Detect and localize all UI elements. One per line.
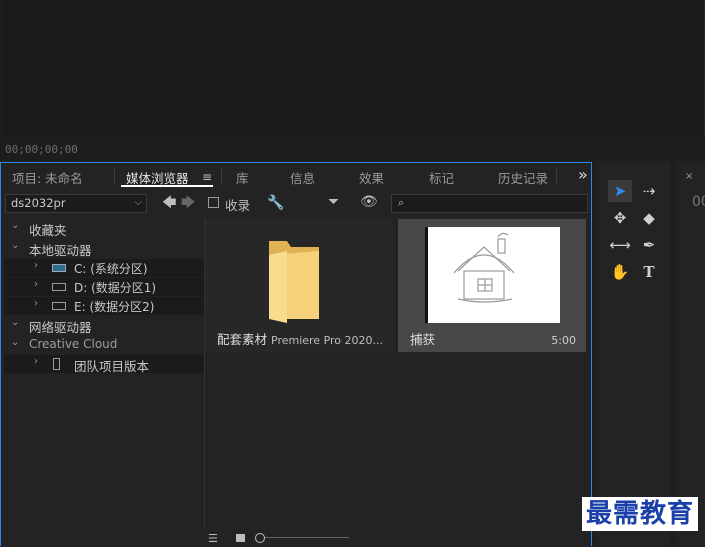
tree-item-favorites[interactable]: ⌄ 收藏夹	[4, 219, 204, 238]
chevron-down-icon[interactable]: ⌄	[11, 337, 19, 348]
active-tab-indicator	[121, 185, 213, 187]
tree-item-drive-d[interactable]: › D: (数据分区1)	[4, 278, 204, 296]
chevron-down-icon[interactable]: ⌄	[11, 240, 19, 251]
path-value: ds2032pr	[11, 196, 66, 210]
tab-info[interactable]: 信息	[290, 168, 315, 187]
pen-tool-icon[interactable]: ✒	[637, 234, 661, 256]
tools-panel: ➤ ⇢ ✥ ◆ ⟷ ✒ ✋ T	[597, 162, 670, 546]
tree-label: 网络驱动器	[29, 320, 92, 335]
panel-menu-icon[interactable]: ≡	[202, 171, 212, 183]
panel-tabs: 项目: 未命名 媒体浏览器 ≡ 库 信息 效果 标记 历史记录 »	[1, 163, 591, 189]
watermark-logo: 最需教育	[582, 497, 699, 531]
drive-tree: ⌄ 收藏夹 ⌄ 本地驱动器 › C: (系统分区) › D: (数据分区1) ›…	[4, 219, 204, 539]
search-icon: ⌕	[398, 196, 405, 209]
ingest-checkbox[interactable]	[208, 197, 219, 208]
tab-separator	[221, 167, 222, 185]
path-dropdown[interactable]: ds2032pr ⌵	[5, 194, 147, 213]
tree-label: 本地驱动器	[29, 243, 92, 258]
drive-icon	[52, 302, 66, 310]
bottom-bar: ☰	[1, 529, 591, 547]
drive-icon	[52, 283, 66, 291]
timeline-timecode: 00	[692, 194, 705, 210]
tree-item-drive-e[interactable]: › E: (数据分区2)	[4, 297, 204, 315]
clip-duration: 5:00	[551, 334, 576, 347]
ingest-label: 收录	[225, 198, 251, 213]
hand-tool-icon[interactable]: ✋	[608, 261, 632, 283]
tree-item-creative-cloud[interactable]: ⌄ Creative Cloud	[4, 336, 204, 354]
tab-library[interactable]: 库	[236, 168, 249, 187]
grid-item-capture[interactable]: 捕获 5:00	[398, 219, 586, 352]
chevron-down-icon[interactable]: ⌄	[11, 220, 19, 231]
tree-label: D: (数据分区1)	[74, 281, 157, 295]
tab-history[interactable]: 历史记录	[498, 168, 548, 187]
chevron-right-icon[interactable]: ›	[34, 279, 38, 290]
tree-label: 团队项目版本	[74, 359, 150, 374]
slip-tool-icon[interactable]: ⟷	[608, 234, 632, 256]
tab-separator	[114, 167, 115, 185]
drive-icon	[52, 264, 66, 272]
team-project-icon	[53, 358, 60, 370]
forward-arrow-icon[interactable]: 🡆	[181, 196, 195, 210]
chevron-right-icon[interactable]: ›	[34, 356, 38, 367]
list-view-icon[interactable]: ☰	[208, 533, 218, 544]
monitor-viewport[interactable]	[4, 0, 705, 137]
house-sketch-image	[453, 232, 515, 303]
tree-label: C: (系统分区)	[74, 262, 148, 276]
tree-item-network-drives[interactable]: ⌄ 网络驱动器	[4, 316, 204, 335]
ripple-edit-tool-icon[interactable]: ✥	[608, 207, 632, 229]
chevron-down-icon[interactable]: ⌄	[11, 317, 19, 328]
tab-markers[interactable]: 标记	[429, 168, 454, 187]
grid-item-label: 捕获	[410, 332, 436, 347]
grid-item-label: 配套素材 Premiere Pro 2020...	[217, 332, 384, 347]
chevron-right-icon[interactable]: ›	[34, 298, 38, 309]
grid-item-folder[interactable]: 配套素材 Premiere Pro 2020...	[205, 219, 393, 352]
tab-separator	[556, 167, 557, 185]
tree-item-local-drives[interactable]: ⌄ 本地驱动器	[4, 239, 204, 258]
tab-project[interactable]: 项目: 未命名	[12, 168, 83, 187]
back-arrow-icon[interactable]: 🡄	[162, 196, 176, 210]
wrench-icon[interactable]: 🔧	[267, 196, 284, 210]
close-icon[interactable]: ×	[685, 171, 693, 182]
monitor-timecode[interactable]: 00;00;00;00	[5, 143, 78, 156]
zoom-slider-handle[interactable]	[255, 533, 265, 543]
tree-item-drive-c[interactable]: › C: (系统分区)	[4, 259, 204, 277]
filter-icon[interactable]: ⏷	[328, 195, 339, 209]
razor-tool-icon[interactable]: ◆	[637, 207, 661, 229]
tree-label: 收藏夹	[29, 223, 67, 238]
search-input[interactable]: ⌕	[391, 194, 588, 213]
tree-label: Creative Cloud	[29, 337, 118, 351]
clip-thumbnail	[425, 227, 560, 323]
program-monitor: 00;00;00;00	[0, 0, 705, 160]
eye-icon[interactable]: 👁	[360, 195, 378, 209]
folder-icon	[269, 241, 319, 323]
track-select-tool-icon[interactable]: ⇢	[637, 180, 661, 202]
tree-label: E: (数据分区2)	[74, 300, 155, 314]
tab-effects[interactable]: 效果	[359, 168, 384, 187]
type-tool-icon[interactable]: T	[637, 261, 661, 283]
tabs-overflow-icon[interactable]: »	[578, 165, 588, 184]
selection-tool-icon[interactable]: ➤	[608, 180, 632, 202]
media-browser-panel: 项目: 未命名 媒体浏览器 ≡ 库 信息 效果 标记 历史记录 » ds2032…	[0, 162, 592, 547]
tree-item-team-versions[interactable]: › 团队项目版本	[4, 355, 204, 374]
timeline-panel: × 00	[677, 162, 705, 546]
icon-view-icon[interactable]	[236, 534, 245, 542]
chevron-right-icon[interactable]: ›	[34, 260, 38, 271]
zoom-slider-track[interactable]	[265, 537, 349, 538]
media-browser-toolbar: ds2032pr ⌵ 🡄 🡆 收录 🔧 ⏷ 👁 ⌕	[1, 192, 591, 216]
chevron-down-icon: ⌵	[134, 197, 142, 208]
media-grid: 配套素材 Premiere Pro 2020... 捕获 5:00	[205, 219, 591, 529]
